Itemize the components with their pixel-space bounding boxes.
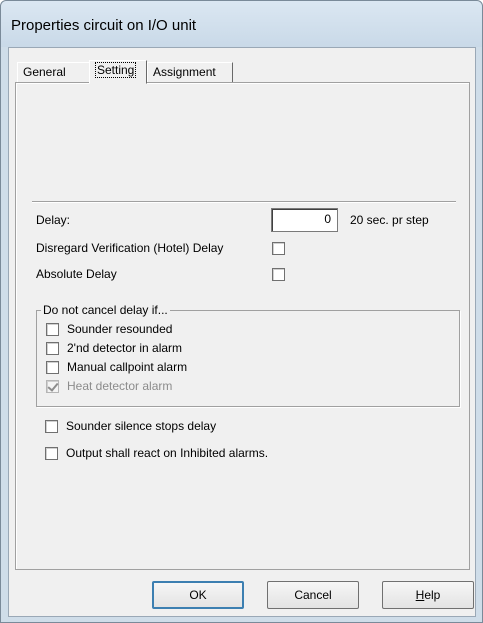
delay-input[interactable]: 0 [271, 208, 338, 232]
delay-label: Delay: [36, 213, 71, 227]
inhibited-alarms-checkbox[interactable] [45, 447, 58, 460]
second-detector-label: 2'nd detector in alarm [67, 341, 183, 355]
sounder-silence-checkbox[interactable] [45, 420, 58, 433]
disregard-delay-label: Disregard Verification (Hotel) Delay [36, 241, 224, 255]
tab-assignment[interactable]: Assignment [147, 62, 233, 82]
tab-general-label: General [23, 65, 66, 79]
tab-setting-label: Setting [95, 62, 137, 78]
group-title: Do not cancel delay if... [41, 303, 170, 317]
manual-callpoint-checkbox[interactable] [46, 361, 59, 374]
heat-detector-label: Heat detector alarm [67, 379, 173, 393]
tab-assignment-label: Assignment [153, 65, 216, 79]
dialog-client-area: General Setting Assignment Delay: 0 20 s… [8, 47, 476, 617]
second-detector-checkbox[interactable] [46, 342, 59, 355]
absolute-delay-checkbox[interactable] [272, 268, 285, 281]
delay-unit-label: 20 sec. pr step [350, 213, 429, 227]
dialog-title: Properties circuit on I/O unit [11, 17, 197, 34]
manual-callpoint-label: Manual callpoint alarm [67, 360, 188, 374]
inhibited-alarms-label: Output shall react on Inhibited alarms. [66, 446, 269, 460]
sounder-resounded-checkbox[interactable] [46, 323, 59, 336]
sounder-resounded-label: Sounder resounded [67, 322, 173, 336]
cancel-button[interactable]: Cancel [267, 581, 359, 609]
help-label-rest: elp [424, 588, 441, 602]
absolute-delay-label: Absolute Delay [36, 267, 117, 281]
sounder-silence-label: Sounder silence stops delay [66, 419, 217, 433]
ok-button[interactable]: OK [152, 581, 244, 609]
title-bar[interactable]: Properties circuit on I/O unit [1, 1, 482, 47]
setting-panel: Delay: 0 20 sec. pr step Disregard Verif… [15, 82, 470, 570]
tab-general[interactable]: General [17, 62, 91, 82]
disregard-delay-checkbox[interactable] [272, 242, 285, 255]
tab-setting[interactable]: Setting [89, 60, 147, 84]
properties-dialog: Properties circuit on I/O unit General S… [0, 0, 483, 623]
separator [32, 201, 456, 203]
do-not-cancel-group: Do not cancel delay if... Sounder resoun… [36, 303, 460, 407]
heat-detector-checkbox[interactable] [46, 380, 59, 393]
help-button[interactable]: Help [382, 581, 474, 609]
